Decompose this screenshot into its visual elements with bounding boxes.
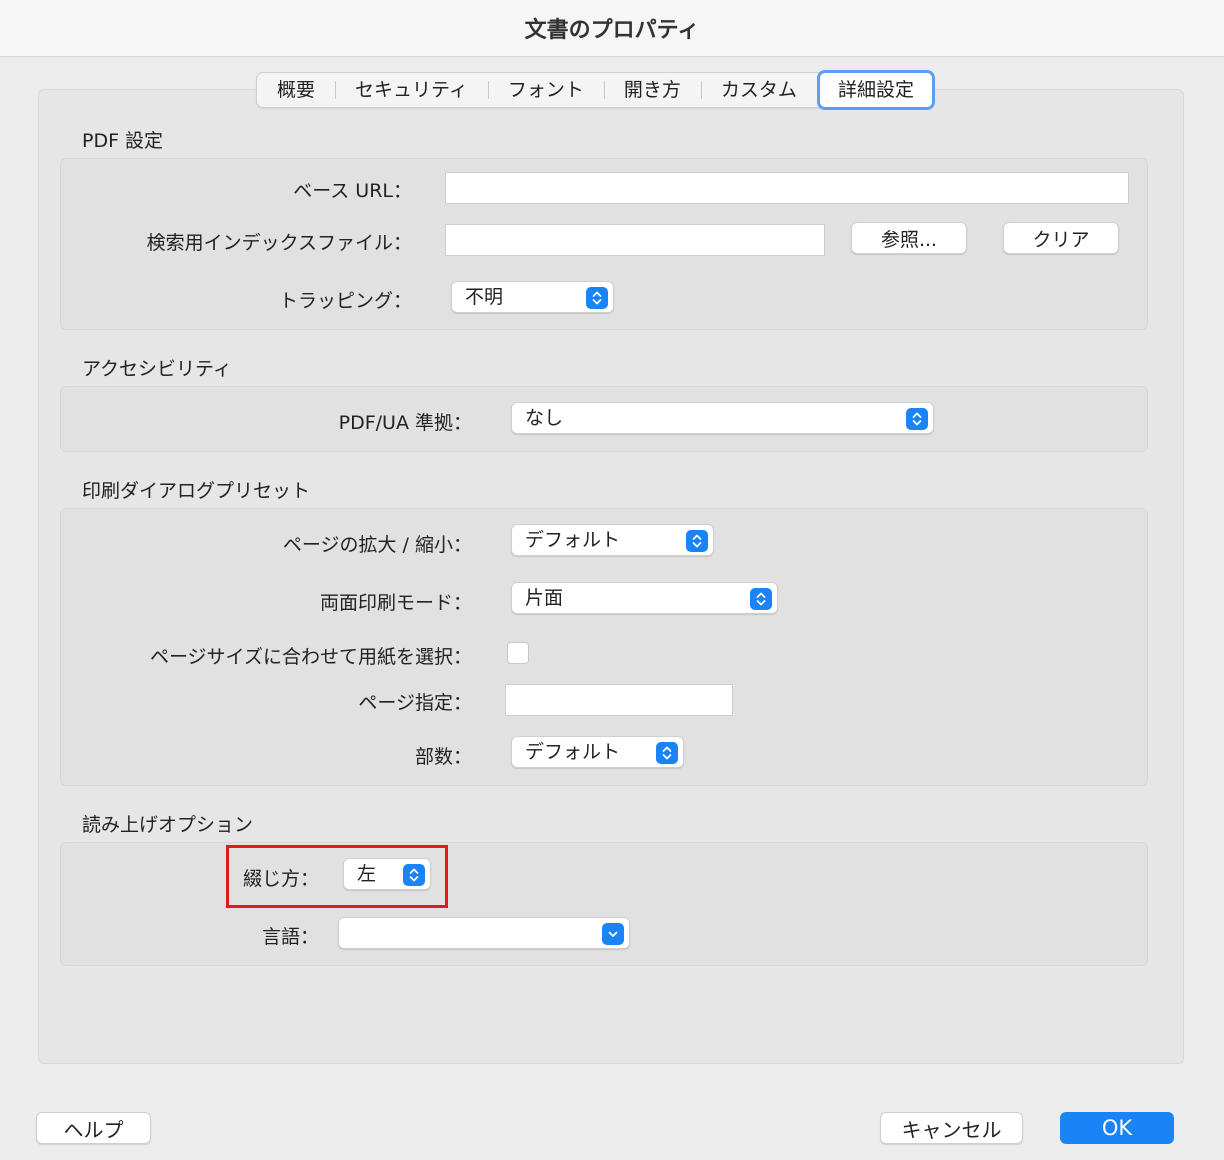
language-label: 言語：	[261, 926, 319, 948]
search-index-label: 検索用インデックスファイル：	[146, 232, 412, 254]
copies-popup[interactable]: デフォルト	[511, 736, 684, 768]
duplex-value: 片面	[525, 587, 564, 609]
up-down-chevron-icon	[686, 530, 708, 552]
up-down-chevron-icon	[586, 287, 608, 309]
tab-summary[interactable]: 概要	[257, 73, 335, 107]
window-title: 文書のプロパティ	[0, 0, 1224, 57]
trapping-popup[interactable]: 不明	[451, 281, 614, 313]
chevron-down-icon	[602, 923, 624, 945]
browse-button[interactable]: 参照...	[851, 222, 967, 254]
scaling-label: ページの拡大 / 縮小：	[282, 534, 472, 556]
pdfua-value: なし	[525, 407, 564, 429]
tab-bar: 概要 セキュリティ フォント 開き方 カスタム 詳細設定	[256, 70, 935, 110]
search-index-field[interactable]	[445, 224, 825, 256]
language-popup[interactable]	[338, 917, 630, 949]
tab-security[interactable]: セキュリティ	[335, 73, 488, 107]
cancel-button[interactable]: キャンセル	[880, 1112, 1023, 1144]
highlight-box	[226, 845, 448, 908]
up-down-chevron-icon	[906, 408, 928, 430]
tab-fonts[interactable]: フォント	[487, 73, 604, 107]
paper-by-size-label: ページサイズに合わせて用紙を選択：	[149, 646, 472, 668]
tab-initial-view[interactable]: 開き方	[603, 73, 701, 107]
pdf-settings-title: PDF 設定	[82, 130, 164, 152]
copies-label: 部数：	[414, 746, 472, 768]
trapping-value: 不明	[465, 286, 504, 308]
copies-value: デフォルト	[525, 741, 621, 763]
trapping-label: トラッピング：	[278, 290, 412, 312]
up-down-chevron-icon	[750, 588, 772, 610]
page-range-label: ページ指定：	[358, 692, 472, 714]
duplex-label: 両面印刷モード：	[319, 592, 472, 614]
tab-custom[interactable]: カスタム	[700, 73, 817, 107]
print-presets-title: 印刷ダイアログプリセット	[82, 480, 311, 502]
tab-advanced[interactable]: 詳細設定	[816, 70, 935, 110]
clear-button[interactable]: クリア	[1003, 222, 1119, 254]
pdfua-popup[interactable]: なし	[511, 402, 934, 434]
accessibility-title: アクセシビリティ	[82, 358, 232, 380]
reading-options-title: 読み上げオプション	[82, 814, 254, 836]
scaling-value: デフォルト	[525, 529, 621, 551]
up-down-chevron-icon	[656, 742, 678, 764]
base-url-label: ベース URL：	[293, 180, 412, 202]
duplex-popup[interactable]: 片面	[511, 582, 778, 614]
scaling-popup[interactable]: デフォルト	[511, 524, 714, 556]
page-range-field[interactable]	[505, 684, 733, 716]
paper-by-size-checkbox[interactable]	[507, 642, 529, 664]
pdfua-label: PDF/UA 準拠：	[338, 412, 472, 434]
ok-button[interactable]: OK	[1060, 1112, 1174, 1144]
help-button[interactable]: ヘルプ	[36, 1112, 151, 1144]
base-url-field[interactable]	[445, 172, 1129, 204]
